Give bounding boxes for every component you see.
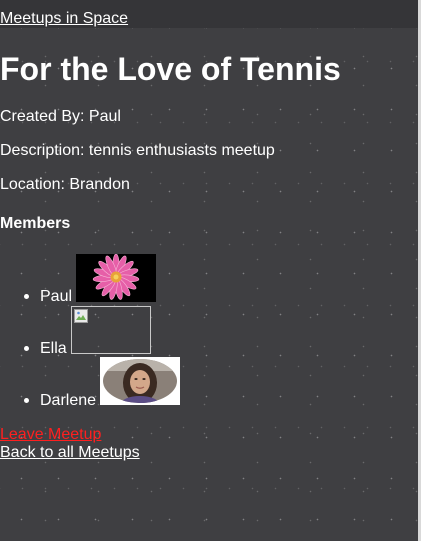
member-name: Paul	[40, 288, 73, 305]
bullet-icon	[24, 346, 29, 351]
description-text: Description: tennis enthusiasts meetup	[0, 142, 275, 159]
member-avatar-image	[76, 253, 156, 302]
member-name: Ella	[40, 340, 67, 357]
leave-meetup-link[interactable]: Leave Meetup	[0, 426, 101, 444]
location-text: Location: Brandon	[0, 176, 130, 193]
meetups-home-link[interactable]: Meetups in Space	[0, 10, 128, 28]
portrait-icon	[103, 359, 177, 403]
broken-image-icon	[74, 309, 88, 323]
created-by-text: Created By: Paul	[0, 108, 121, 125]
page-title: For the Love of Tennis	[0, 51, 341, 87]
back-to-meetups-link[interactable]: Back to all Meetups	[0, 444, 140, 462]
member-name: Darlene	[40, 392, 97, 409]
member-avatar-image	[71, 306, 151, 354]
bullet-icon	[24, 398, 29, 403]
bullet-icon	[24, 294, 29, 299]
member-avatar-image	[100, 357, 180, 405]
flower-icon	[92, 253, 140, 300]
members-heading: Members	[0, 215, 71, 232]
